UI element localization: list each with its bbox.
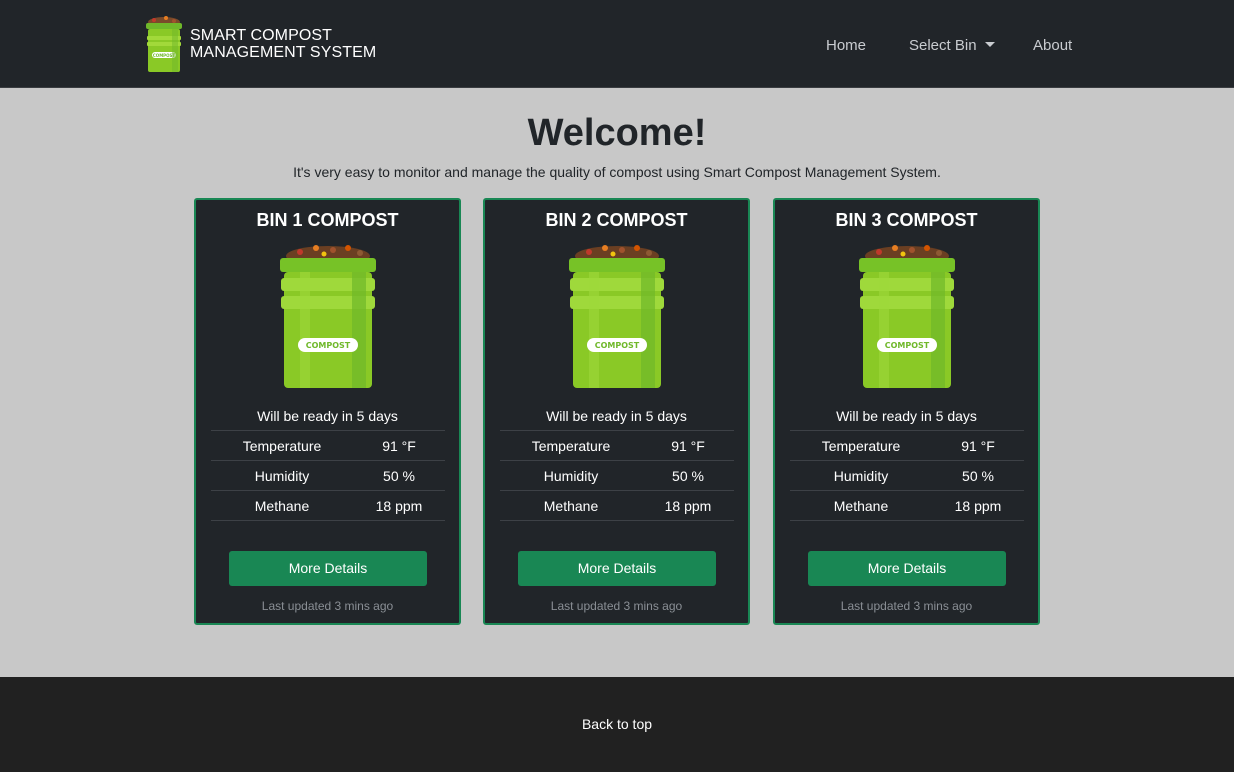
stat-label: Humidity	[543, 467, 599, 484]
bin-logo-label: COMPOST	[306, 341, 351, 350]
stat-label: Methane	[543, 497, 599, 514]
stat-value: 91 °F	[961, 437, 995, 454]
last-updated-text: Last updated 3 mins ago	[261, 599, 394, 613]
brand-line-2: MANAGEMENT SYSTEM	[190, 44, 377, 61]
stat-value: 91 °F	[382, 437, 416, 454]
bin-card-1: BIN 1 COMPOST COMPOST Will be ready in 5…	[194, 198, 461, 625]
bin-card-title: BIN 3 COMPOST	[835, 210, 978, 230]
stat-row-methane: Methane 18 ppm	[500, 491, 734, 521]
compost-bin-icon: COMPOST	[146, 16, 182, 72]
ready-status: Will be ready in 5 days	[546, 408, 687, 424]
last-updated-text: Last updated 3 mins ago	[550, 599, 683, 613]
stat-value: 18 ppm	[954, 497, 1002, 514]
stat-row-temperature: Temperature 91 °F	[500, 431, 734, 461]
stat-label: Methane	[254, 497, 310, 514]
bin-card-title: BIN 1 COMPOST	[256, 210, 399, 230]
brand-name: SMART COMPOST MANAGEMENT SYSTEM	[190, 27, 376, 61]
more-details-button[interactable]: More Details	[808, 551, 1006, 586]
back-to-top-link[interactable]: Back to top	[0, 716, 1234, 732]
last-updated-text: Last updated 3 mins ago	[840, 599, 973, 613]
stat-value: 50 %	[672, 467, 704, 484]
ready-status: Will be ready in 5 days	[836, 408, 977, 424]
stat-value: 50 %	[383, 467, 415, 484]
stat-value: 18 ppm	[375, 497, 423, 514]
bin-logo-label: COMPOST	[595, 341, 640, 350]
bin-card-3: BIN 3 COMPOST COMPOST Will be ready in 5…	[773, 198, 1040, 625]
stat-label: Temperature	[821, 437, 901, 454]
bin-card-2: BIN 2 COMPOST COMPOST Will be ready in 5…	[483, 198, 750, 625]
compost-bin-icon: COMPOST	[859, 245, 955, 388]
stat-row-methane: Methane 18 ppm	[211, 491, 445, 521]
chevron-down-icon	[984, 41, 995, 47]
compost-bin-icon: COMPOST	[280, 245, 376, 388]
bin-logo-label: COMPOST	[885, 341, 930, 350]
navbar: COMPOST SMART COMPOST MANAGEMENT SYSTEM …	[0, 0, 1234, 88]
footer: Back to top	[0, 677, 1234, 772]
bin-stats-table: Temperature 91 °F Humidity 50 % Methane …	[211, 430, 445, 521]
stat-value: 91 °F	[671, 437, 705, 454]
stat-row-humidity: Humidity 50 %	[211, 461, 445, 491]
more-details-button[interactable]: More Details	[229, 551, 427, 586]
brand-line-1: SMART COMPOST	[190, 27, 333, 44]
nav-select-bin-dropdown[interactable]: Select Bin	[909, 37, 995, 54]
stat-label: Temperature	[242, 437, 322, 454]
nav-about-link[interactable]: About	[1033, 37, 1072, 54]
stat-row-methane: Methane 18 ppm	[790, 491, 1024, 521]
stat-row-temperature: Temperature 91 °F	[790, 431, 1024, 461]
nav-select-bin-label: Select Bin	[909, 37, 977, 54]
stat-label: Temperature	[531, 437, 611, 454]
stat-label: Humidity	[833, 467, 889, 484]
brand[interactable]: COMPOST SMART COMPOST MANAGEMENT SYSTEM	[144, 14, 376, 74]
page-title: Welcome!	[527, 112, 707, 154]
bin-stats-table: Temperature 91 °F Humidity 50 % Methane …	[790, 430, 1024, 521]
stat-label: Humidity	[254, 467, 310, 484]
stat-row-humidity: Humidity 50 %	[790, 461, 1024, 491]
stat-row-humidity: Humidity 50 %	[500, 461, 734, 491]
bin-stats-table: Temperature 91 °F Humidity 50 % Methane …	[500, 430, 734, 521]
stat-value: 50 %	[962, 467, 994, 484]
stat-row-temperature: Temperature 91 °F	[211, 431, 445, 461]
bin-card-title: BIN 2 COMPOST	[545, 210, 688, 230]
compost-bin-icon: COMPOST	[569, 245, 665, 388]
page-subtitle: It's very easy to monitor and manage the…	[293, 164, 941, 180]
ready-status: Will be ready in 5 days	[257, 408, 398, 424]
stat-label: Methane	[833, 497, 889, 514]
nav-home-link[interactable]: Home	[826, 37, 866, 54]
stat-value: 18 ppm	[664, 497, 712, 514]
more-details-button[interactable]: More Details	[518, 551, 716, 586]
